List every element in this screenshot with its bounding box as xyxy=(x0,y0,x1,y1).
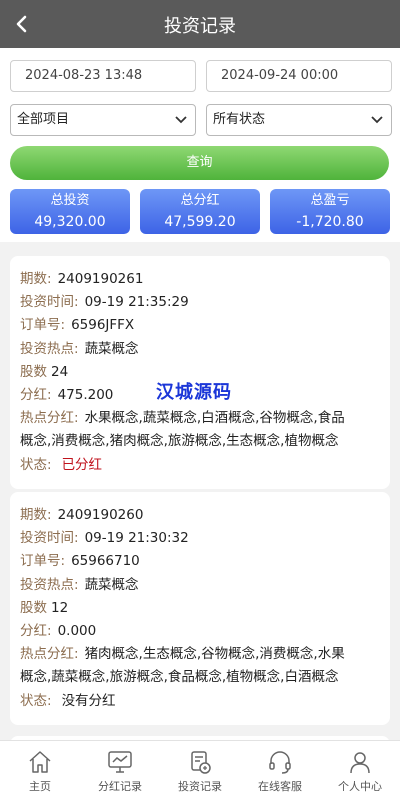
app-header: 投资记录 xyxy=(0,0,400,48)
end-date-input[interactable]: 2024-09-24 00:00 xyxy=(206,60,392,92)
field-label: 投资热点: xyxy=(20,340,79,357)
stat-total-profit-loss: 总盈亏 -1,720.80 xyxy=(270,189,390,234)
record-status-row: 状态: 已分红 xyxy=(20,454,380,477)
tab-label: 在线客服 xyxy=(258,780,302,793)
page-title: 投资记录 xyxy=(164,16,236,37)
field-label: 股数 xyxy=(20,599,47,616)
field-label: 热点分红: xyxy=(20,410,79,427)
tab-investment-records[interactable]: 投资记录 xyxy=(160,741,240,800)
record-hot-row: 投资热点: 蔬菜概念 xyxy=(20,574,380,597)
field-label: 订单号: xyxy=(20,317,66,334)
tab-label: 主页 xyxy=(29,780,51,793)
hot-dividend-value-continued: 概念,消费概念,猪肉概念,旅游概念,生态概念,植物概念 xyxy=(20,433,339,450)
status-select[interactable]: 所有状态 xyxy=(206,104,392,136)
query-button[interactable]: 查询 xyxy=(10,146,389,180)
stat-total-dividend: 总分红 47,599.20 xyxy=(140,189,260,234)
hot-dividend-value-continued: 概念,蔬菜概念,旅游概念,食品概念,植物概念,白酒概念 xyxy=(20,669,339,686)
stat-value: 47,599.20 xyxy=(164,214,236,230)
hot-value: 蔬菜概念 xyxy=(84,340,139,357)
record-dividend-row: 分红: 0.000 xyxy=(20,620,380,643)
record-order-row: 订单号: 6596JFFX xyxy=(20,314,380,337)
tab-online-support[interactable]: 在线客服 xyxy=(240,741,320,800)
document-coins-icon xyxy=(191,751,211,774)
shares-value: 24 xyxy=(51,363,69,380)
chart-monitor-icon xyxy=(108,751,132,773)
project-select-value: 全部项目 xyxy=(17,112,70,127)
tab-dividend-records[interactable]: 分红记录 xyxy=(80,741,160,800)
bottom-tab-bar: 主页 分红记录 投资记录 在线客服 个人中心 xyxy=(0,740,400,800)
stat-label: 总投资 xyxy=(50,193,90,208)
home-icon xyxy=(29,751,51,773)
record-hot-dividend-row-continued: 概念,蔬菜概念,旅游概念,食品概念,植物概念,白酒概念 xyxy=(20,666,380,689)
record-hot-row: 投资热点: 蔬菜概念 xyxy=(20,338,380,361)
tab-label: 投资记录 xyxy=(178,780,222,793)
filter-panel: 2024-08-23 13:48 2024-09-24 00:00 全部项目 所… xyxy=(0,48,400,242)
chevron-down-icon xyxy=(175,116,187,124)
record-period-row: 期数: 2409190260 xyxy=(20,504,380,527)
time-value: 09-19 21:30:32 xyxy=(84,530,189,547)
record-shares-row: 股数 12 xyxy=(20,597,380,620)
watermark-text: 汉城源码 xyxy=(156,382,232,403)
dividend-value: 0.000 xyxy=(57,623,97,640)
field-label: 期数: xyxy=(20,507,52,523)
stat-label: 总盈亏 xyxy=(310,193,350,208)
time-value: 09-19 21:35:29 xyxy=(84,294,189,311)
dividend-value: 475.200 xyxy=(57,387,114,404)
field-label: 分红: xyxy=(20,387,52,404)
field-label: 期数: xyxy=(20,271,52,287)
field-label: 股数 xyxy=(20,363,47,380)
tab-label: 个人中心 xyxy=(338,780,382,793)
tab-profile[interactable]: 个人中心 xyxy=(320,741,400,800)
field-label: 投资时间: xyxy=(20,530,79,547)
stat-total-investment: 总投资 49,320.00 xyxy=(10,189,130,234)
tab-label: 分红记录 xyxy=(98,780,142,793)
field-label: 投资时间: xyxy=(20,294,79,311)
hot-dividend-value: 水果概念,蔬菜概念,白酒概念,谷物概念,食品 xyxy=(84,410,345,427)
field-label: 状态: xyxy=(20,456,52,473)
period-value: 2409190261 xyxy=(57,271,144,287)
stat-value: -1,720.80 xyxy=(296,214,364,230)
start-date-input[interactable]: 2024-08-23 13:48 xyxy=(10,60,196,92)
field-label: 热点分红: xyxy=(20,646,79,663)
record-time-row: 投资时间: 09-19 21:30:32 xyxy=(20,527,380,550)
status-value: 没有分红 xyxy=(61,692,116,709)
order-value: 6596JFFX xyxy=(71,317,135,334)
status-select-value: 所有状态 xyxy=(213,112,266,127)
field-label: 状态: xyxy=(20,692,52,709)
field-label: 分红: xyxy=(20,623,52,640)
status-value: 已分红 xyxy=(61,456,103,473)
record-order-row: 订单号: 65966710 xyxy=(20,550,380,573)
field-label: 投资热点: xyxy=(20,576,79,593)
record-hot-dividend-row-continued: 概念,消费概念,猪肉概念,旅游概念,生态概念,植物概念 xyxy=(20,430,380,453)
shares-value: 12 xyxy=(51,599,69,616)
record-period-row: 期数: 2409190261 xyxy=(20,268,380,291)
project-select[interactable]: 全部项目 xyxy=(10,104,196,136)
tab-home[interactable]: 主页 xyxy=(0,741,80,800)
user-icon xyxy=(350,752,370,774)
record-hot-dividend-row: 热点分红: 水果概念,蔬菜概念,白酒概念,谷物概念,食品 xyxy=(20,407,380,430)
record-hot-dividend-row: 热点分红: 猪肉概念,生态概念,谷物概念,消费概念,水果 xyxy=(20,643,380,666)
hot-dividend-value: 猪肉概念,生态概念,谷物概念,消费概念,水果 xyxy=(84,646,345,663)
chevron-down-icon xyxy=(371,116,383,124)
stat-label: 总分红 xyxy=(180,193,220,208)
order-value: 65966710 xyxy=(71,553,140,570)
record-card: 期数: 2409190260 投资时间: 09-19 21:30:32 订单号: 65… xyxy=(10,492,390,725)
hot-value: 蔬菜概念 xyxy=(84,576,139,593)
record-time-row: 投资时间: 09-19 21:35:29 xyxy=(20,291,380,314)
headset-icon xyxy=(269,751,291,774)
field-label: 订单号: xyxy=(20,553,66,570)
record-card: 期数: 2409190261 投资时间: 09-19 21:35:29 订单号: 65… xyxy=(10,256,390,489)
period-value: 2409190260 xyxy=(57,507,144,523)
record-status-row: 状态: 没有分红 xyxy=(20,690,380,713)
stat-value: 49,320.00 xyxy=(34,214,106,230)
